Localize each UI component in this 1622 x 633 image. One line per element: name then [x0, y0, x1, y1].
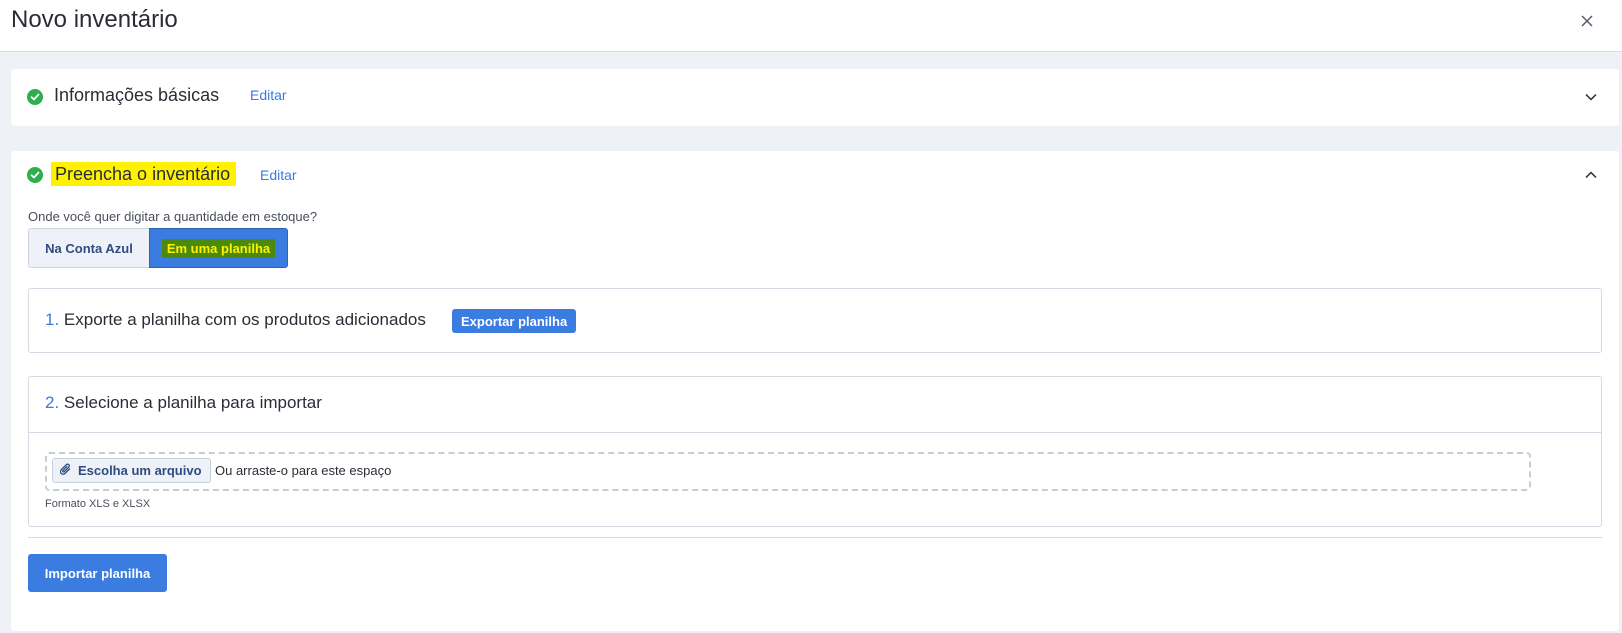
file-format-hint: Formato XLS e XLSX — [45, 498, 151, 510]
fill-inventory-section: Preencha o inventário Editar Onde você q… — [11, 151, 1619, 631]
chevron-down-icon[interactable] — [1583, 89, 1599, 105]
fill-inventory-edit-link[interactable]: Editar — [260, 165, 297, 185]
paperclip-icon — [59, 463, 72, 479]
stock-location-question: Onde você quer digitar a quantidade em e… — [28, 209, 318, 224]
export-step-label: Exporte a planilha com os produtos adici… — [63, 310, 426, 329]
export-step-panel: 1. Exporte a planilha com os produtos ad… — [28, 288, 1602, 353]
close-icon[interactable] — [1576, 10, 1598, 32]
export-spreadsheet-button[interactable]: Exportar planilha — [452, 309, 577, 333]
drop-hint: Ou arraste-o para este espaço — [215, 463, 392, 478]
file-dropzone[interactable]: Escolha um arquivo Ou arraste-o para est… — [45, 452, 1531, 491]
check-circle-icon — [27, 89, 43, 105]
import-spreadsheet-button[interactable]: Importar planilha — [28, 554, 167, 592]
step-number: 2. — [45, 393, 60, 412]
import-step-title: 2. Selecione a planilha para importar — [45, 392, 322, 414]
choose-file-label: Escolha um arquivo — [78, 463, 202, 478]
step-number: 1. — [45, 310, 60, 329]
divider — [29, 432, 1601, 433]
choose-file-button[interactable]: Escolha um arquivo — [52, 458, 211, 483]
check-circle-icon — [27, 167, 43, 183]
chevron-up-icon[interactable] — [1583, 167, 1599, 183]
page-title: Novo inventário — [11, 6, 178, 33]
option-conta-azul-button[interactable]: Na Conta Azul — [28, 228, 149, 268]
export-step-title: 1. Exporte a planilha com os produtos ad… — [45, 309, 426, 331]
basic-info-edit-link[interactable]: Editar — [250, 85, 287, 105]
divider — [28, 537, 1602, 538]
basic-info-section[interactable]: Informações básicas Editar — [11, 69, 1619, 126]
import-step-label: Selecione a planilha para importar — [63, 393, 322, 412]
basic-info-title: Informações básicas — [54, 85, 220, 105]
import-step-panel: 2. Selecione a planilha para importar Es… — [28, 376, 1602, 527]
option-spreadsheet-button[interactable]: Em uma planilha — [149, 228, 288, 268]
fill-inventory-title: Preencha o inventário — [51, 162, 237, 186]
modal-header: Novo inventário — [0, 0, 1622, 52]
option-spreadsheet-label: Em uma planilha — [161, 238, 276, 258]
stock-location-toggle: Na Conta Azul Em uma planilha — [28, 228, 288, 268]
